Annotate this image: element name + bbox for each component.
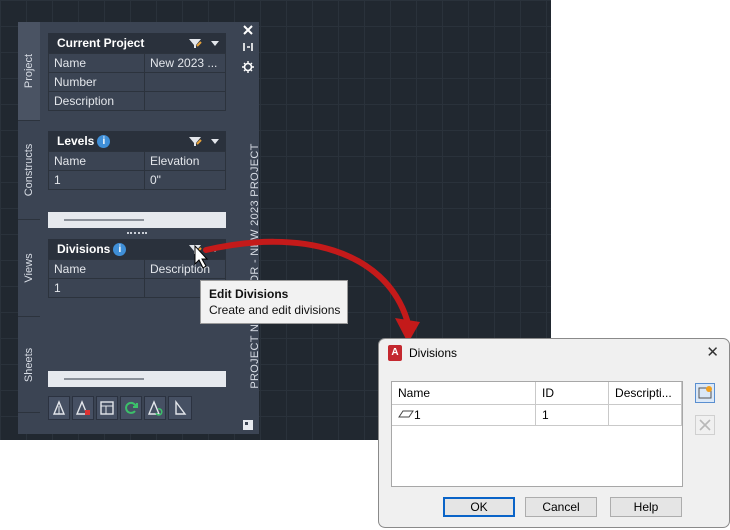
edit-project-icon[interactable] — [188, 37, 202, 49]
divisions-grid: Name ID Descripti... 1 1 — [391, 381, 683, 487]
division-description-cell[interactable] — [608, 404, 682, 426]
refresh-icon[interactable] — [120, 396, 142, 420]
chevron-down-icon[interactable] — [210, 38, 220, 48]
divisions-scrollbar[interactable] — [48, 371, 226, 387]
edit-divisions-icon[interactable] — [188, 243, 202, 255]
table-row[interactable]: Number — [48, 72, 226, 92]
row-label: Name — [48, 53, 145, 73]
level-name-cell[interactable]: 1 — [48, 170, 145, 190]
column-header[interactable]: Name — [48, 259, 145, 279]
edit-levels-icon[interactable] — [188, 135, 202, 147]
level-elevation-cell[interactable]: 0" — [144, 170, 226, 190]
scrollbar-thumb[interactable] — [64, 378, 144, 380]
divisions-header: Divisions i — [48, 239, 226, 259]
tab-project[interactable]: Project — [18, 22, 40, 121]
levels-title: Levels — [57, 134, 95, 148]
tooltip-title: Edit Divisions — [209, 287, 289, 301]
column-header-description[interactable]: Descripti... — [608, 382, 682, 405]
column-header[interactable]: Description — [144, 259, 226, 279]
regenerate-icon[interactable] — [144, 396, 166, 420]
row-value[interactable] — [144, 91, 226, 111]
division-name-text: 1 — [414, 408, 421, 422]
close-icon[interactable] — [243, 25, 253, 35]
splitter-grip[interactable] — [127, 232, 147, 237]
tab-project-label: Project — [23, 53, 35, 89]
delete-view-icon[interactable] — [72, 396, 94, 420]
levels-scrollbar[interactable] — [48, 212, 226, 228]
division-name-cell[interactable]: 1 — [48, 278, 145, 298]
column-header-id[interactable]: ID — [535, 382, 610, 405]
table-row[interactable]: 1 1 — [392, 404, 682, 426]
tab-views-label: Views — [23, 253, 35, 283]
table-header-row: Name Elevation — [48, 151, 226, 171]
sheet-set-icon[interactable] — [96, 396, 118, 420]
properties-icon[interactable] — [168, 396, 192, 420]
column-header[interactable]: Elevation — [144, 151, 226, 171]
levels-panel: Levels i Name Elevation 1 0" — [48, 131, 226, 211]
dialog-title-bar[interactable]: A Divisions ✕ — [379, 339, 729, 367]
table-header-row: Name ID Descripti... — [392, 382, 682, 405]
help-button[interactable]: Help — [610, 497, 682, 517]
add-view-icon[interactable] — [48, 396, 70, 420]
add-division-button[interactable] — [695, 383, 715, 403]
divisions-dialog: A Divisions ✕ Name ID Descripti... 1 1 O… — [378, 338, 730, 528]
row-label: Number — [48, 72, 145, 92]
ok-button[interactable]: OK — [443, 497, 515, 517]
delete-icon — [699, 419, 711, 431]
auto-hide-icon[interactable] — [243, 43, 253, 51]
dialog-title: Divisions — [409, 346, 458, 360]
info-icon[interactable]: i — [97, 135, 111, 149]
current-project-header: Current Project — [48, 33, 226, 53]
table-row[interactable]: 1 — [48, 278, 226, 298]
palette-controls — [242, 25, 254, 73]
project-browser-icon[interactable] — [241, 418, 255, 432]
tooltip-description: Create and edit divisions — [209, 303, 341, 317]
palette-title-text: PROJECT NAVIGATOR - NEW 2023 PROJECT — [249, 143, 261, 389]
chevron-down-icon[interactable] — [210, 244, 220, 254]
table-row[interactable]: Description — [48, 91, 226, 111]
tab-views[interactable]: Views — [18, 220, 40, 317]
delete-division-button[interactable] — [695, 415, 715, 435]
column-header-name[interactable]: Name — [392, 382, 537, 405]
tab-constructs[interactable]: Constructs — [18, 121, 40, 220]
autocad-app-icon: A — [388, 345, 402, 361]
division-icon — [398, 410, 414, 418]
divisions-title: Divisions — [57, 242, 111, 256]
info-icon[interactable]: i — [113, 243, 127, 257]
cancel-button[interactable]: Cancel — [525, 497, 597, 517]
row-value[interactable]: New 2023 ... — [144, 53, 226, 73]
edit-divisions-tooltip: Edit Divisions Create and edit divisions — [200, 280, 348, 324]
tab-sheets-label: Sheets — [23, 347, 35, 382]
row-value[interactable] — [144, 72, 226, 92]
tab-constructs-label: Constructs — [23, 143, 35, 197]
gear-icon[interactable] — [242, 61, 254, 73]
table-row[interactable]: Name New 2023 ... — [48, 53, 226, 73]
tab-sheets[interactable]: Sheets — [18, 317, 40, 413]
division-name-cell[interactable]: 1 — [392, 404, 537, 426]
row-label: Description — [48, 91, 145, 111]
scrollbar-thumb[interactable] — [64, 219, 144, 221]
levels-header: Levels i — [48, 131, 226, 151]
add-icon — [698, 386, 712, 399]
current-project-table: Name New 2023 ... Number Description — [48, 53, 226, 111]
column-header[interactable]: Name — [48, 151, 145, 171]
current-project-title: Current Project — [57, 36, 145, 50]
levels-table: Name Elevation 1 0" — [48, 151, 226, 190]
table-row[interactable]: 1 0" — [48, 170, 226, 190]
table-header-row: Name Description — [48, 259, 226, 279]
navigator-toolbar — [48, 396, 192, 422]
current-project-panel: Current Project Name New 2023 ... Number … — [48, 33, 226, 111]
close-icon[interactable]: ✕ — [706, 339, 719, 367]
chevron-down-icon[interactable] — [210, 136, 220, 146]
palette-vertical-tabs: Project Constructs Views Sheets — [18, 22, 40, 413]
division-id-cell[interactable]: 1 — [535, 404, 610, 426]
